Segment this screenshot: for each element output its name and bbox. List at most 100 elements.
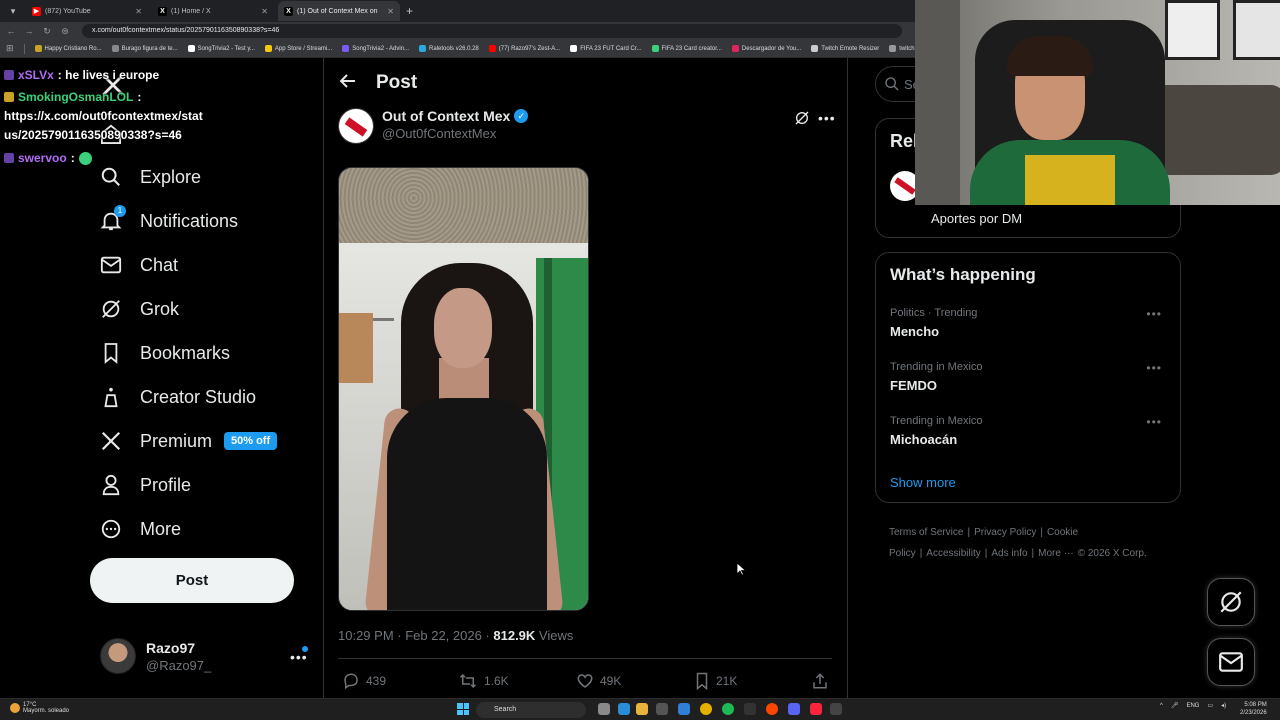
footer-link[interactable]: Ads info <box>991 548 1027 559</box>
back-icon[interactable]: ← <box>6 26 16 36</box>
more-circle-icon <box>100 518 122 540</box>
trend-item[interactable]: Trending in Mexico FEMDO ••• <box>890 361 1170 393</box>
bookmark-item[interactable]: Twitch Emote Resizer <box>811 45 879 52</box>
bookmark-item[interactable]: Descargador de You... <box>731 45 801 52</box>
footer-link[interactable]: © 2026 X Corp. <box>1078 548 1147 559</box>
bookmark-item[interactable]: Happy Cristiano Ro... <box>34 45 102 52</box>
repost-icon <box>459 673 477 689</box>
network-icon[interactable]: ▭ <box>1207 702 1213 709</box>
bookmark-item[interactable]: SongTrivia2 - Test y... <box>187 45 255 52</box>
language-indicator[interactable]: ENG <box>1186 703 1199 709</box>
nav-item-label: Chat <box>140 254 179 275</box>
post-more-icon[interactable]: ••• <box>818 110 836 126</box>
discord-icon[interactable] <box>788 703 800 715</box>
windows-start-icon[interactable] <box>457 703 469 715</box>
nav-item-creator-studio[interactable]: Creator Studio <box>100 381 256 413</box>
music-icon[interactable] <box>810 703 822 715</box>
grok-fab-button[interactable] <box>1207 578 1255 626</box>
show-more-link[interactable]: Show more <box>890 475 956 490</box>
tab-search-icon[interactable]: ▾ <box>4 2 22 20</box>
bookmark-item[interactable]: FIFA 23 Card creator... <box>651 45 722 52</box>
nav-item-chat[interactable]: Chat <box>100 249 178 281</box>
new-tab-button[interactable]: + <box>406 4 413 18</box>
share-button[interactable] <box>812 672 828 690</box>
like-button[interactable]: 49K <box>576 672 621 690</box>
forward-icon[interactable]: → <box>24 26 34 36</box>
terminal-icon[interactable] <box>744 703 756 715</box>
browser-tab[interactable]: X (1) Home / X ✕ <box>152 1 274 21</box>
browser-tab[interactable]: ▶ (872) YouTube ✕ <box>26 1 148 21</box>
system-tray: ^ 🎤︎ ENG ▭ ◂) <box>1160 702 1226 710</box>
apps-grid-icon[interactable]: ⊞ <box>6 43 14 54</box>
chrome-icon[interactable] <box>700 703 712 715</box>
grok-icon[interactable] <box>794 110 810 131</box>
close-tab-icon[interactable]: ✕ <box>261 7 268 16</box>
author-avatar[interactable] <box>338 108 374 144</box>
trend-context: Politics · Trending <box>890 307 978 319</box>
nav-item-explore[interactable]: Explore <box>100 161 201 193</box>
nav-item-more[interactable]: More <box>100 513 181 545</box>
back-arrow-icon[interactable] <box>339 73 356 93</box>
mail-app-icon[interactable] <box>678 703 690 715</box>
tray-expand-icon[interactable]: ^ <box>1160 703 1163 709</box>
author-handle[interactable]: @Out0fContextMex <box>382 126 528 141</box>
nav-item-notifications[interactable]: 1 Notifications <box>100 205 238 237</box>
nav-item-premium[interactable]: Premium 50% off <box>100 425 278 457</box>
bookmark-favicon-icon <box>570 45 578 52</box>
trend-more-icon[interactable]: ••• <box>1146 307 1162 321</box>
trend-item[interactable]: Trending in Mexico Michoacán ••• <box>890 415 1170 447</box>
author-name[interactable]: Out of Context Mex <box>382 108 510 124</box>
tab-favicon-icon: ▶ <box>32 6 41 16</box>
post-button[interactable]: Post <box>90 558 294 603</box>
nav-item-profile[interactable]: Profile <box>100 469 191 501</box>
post-timestamp[interactable]: 10:29 PM · Feb 22, 2026 · <box>338 628 493 643</box>
close-tab-icon[interactable]: ✕ <box>387 7 394 16</box>
bookmark-item[interactable]: App Store / Streami... <box>264 45 333 52</box>
bookmark-item[interactable]: Raletools v26.0.28 <box>419 45 479 52</box>
task-view-icon[interactable] <box>598 703 610 715</box>
store-icon[interactable] <box>656 703 668 715</box>
bookmark-item[interactable]: (77) Razo97's Zest-A... <box>488 45 560 52</box>
footer-link[interactable]: More ··· <box>1038 548 1074 559</box>
messages-fab-button[interactable] <box>1207 638 1255 686</box>
post-media-image[interactable] <box>338 167 589 611</box>
bookmark-favicon-icon <box>187 45 195 52</box>
reload-icon[interactable]: ↻ <box>42 26 52 37</box>
app-icon[interactable] <box>830 703 842 715</box>
volume-icon[interactable]: ◂) <box>1221 702 1226 709</box>
mic-icon[interactable]: 🎤︎ <box>1171 702 1179 709</box>
footer-link[interactable]: Accessibility <box>926 548 980 559</box>
bookmark-button[interactable]: 21K <box>694 672 737 690</box>
nav-item-bookmarks[interactable]: Bookmarks <box>100 337 230 369</box>
url-field[interactable]: x.com/out0fcontextmex/status/20257901163… <box>82 24 902 38</box>
repost-button[interactable]: 1.6K <box>458 672 509 690</box>
reply-button[interactable]: 439 <box>342 672 386 690</box>
nav-item-grok[interactable]: Grok <box>100 293 179 325</box>
account-switcher[interactable]: Razo97 @Razo97_ <box>100 638 211 674</box>
taskbar-search[interactable]: Search <box>476 702 586 718</box>
weather-widget[interactable]: 17°C Mayorm. soleado <box>10 702 69 714</box>
trend-more-icon[interactable]: ••• <box>1146 361 1162 375</box>
nav-item-label: Profile <box>140 474 192 495</box>
bookmark-label: App Store / Streami... <box>274 45 333 52</box>
obs-icon[interactable] <box>766 703 778 715</box>
bookmark-favicon-icon <box>342 45 350 52</box>
bookmark-item[interactable]: FIFA 23 FUT Card Cr... <box>570 45 642 52</box>
trend-more-icon[interactable]: ••• <box>1146 415 1162 429</box>
bookmark-item[interactable]: SongTrivia2 - Advin... <box>342 45 409 52</box>
trend-item[interactable]: Politics · Trending Mencho ••• <box>890 307 1170 339</box>
browser-tab[interactable]: X (1) Out of Context Mex on ✕ <box>278 1 400 21</box>
bookmark-item[interactable]: Burago figura de te... <box>111 45 178 52</box>
account-notification-dot <box>302 646 308 652</box>
footer-link[interactable]: Privacy Policy <box>974 527 1036 538</box>
site-info-icon[interactable]: ⊜ <box>60 26 70 37</box>
close-tab-icon[interactable]: ✕ <box>135 7 142 16</box>
post-author[interactable]: Out of Context Mex ✓ @Out0fContextMex <box>338 108 529 144</box>
clock[interactable]: 5:08 PM 2/23/2026 <box>1240 701 1267 717</box>
premium-discount-badge: 50% off <box>224 432 278 450</box>
edge-icon[interactable] <box>618 703 630 715</box>
spotify-icon[interactable] <box>722 703 734 715</box>
footer-link[interactable]: Terms of Service <box>889 527 963 538</box>
file-explorer-icon[interactable] <box>636 703 648 715</box>
mouse-cursor <box>736 562 747 581</box>
